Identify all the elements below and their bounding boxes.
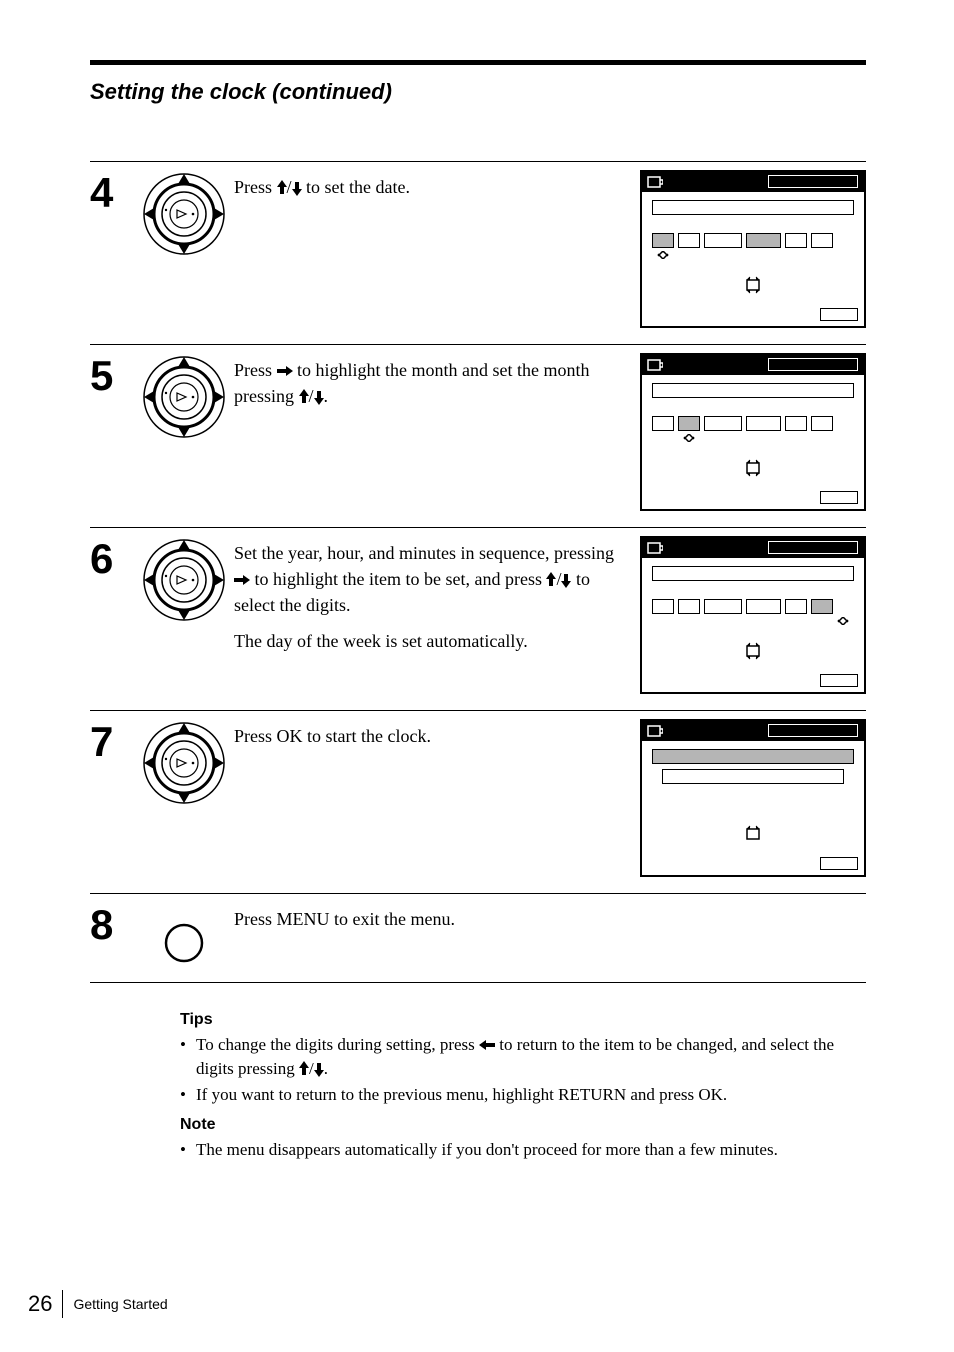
step-6: 6 Set the year, hour, and minutes in seq…	[90, 527, 866, 710]
tips-header: Tips	[180, 1011, 866, 1029]
header-rule	[90, 60, 866, 65]
step-text: Press OK to start the clock.	[234, 719, 640, 759]
text: To change the digits during setting, pre…	[196, 1035, 479, 1054]
text: to highlight the item to be set, and pre…	[250, 569, 546, 589]
text: Press	[234, 360, 277, 380]
step-text: Press MENU to exit the menu.	[234, 902, 640, 942]
step-number: 5	[90, 353, 134, 397]
text: The day of the week is set automatically…	[234, 628, 622, 654]
note-item: The menu disappears automatically if you…	[180, 1138, 866, 1162]
step-number: 7	[90, 719, 134, 763]
down-arrow-icon	[314, 1063, 324, 1077]
step-number: 6	[90, 536, 134, 580]
text: Set the year, hour, and minutes in seque…	[234, 543, 614, 563]
up-arrow-icon	[546, 572, 556, 586]
page-footer: 26 Getting Started	[28, 1290, 168, 1318]
dpad-icon	[134, 353, 234, 439]
note-header: Note	[180, 1116, 866, 1134]
screen-preview	[640, 353, 866, 511]
up-arrow-icon	[299, 1061, 309, 1075]
step-number: 8	[90, 902, 134, 946]
step-text: Set the year, hour, and minutes in seque…	[234, 536, 640, 664]
screen-preview	[640, 719, 866, 877]
step-8: 8 Press MENU to exit the menu.	[90, 893, 866, 983]
steps-list: 4 Press / to set the date.	[90, 161, 866, 983]
step-5: 5 Press to highlight the month and set t…	[90, 344, 866, 527]
text: Press MENU to exit the menu.	[234, 906, 622, 932]
dpad-icon	[134, 170, 234, 256]
step-number: 4	[90, 170, 134, 214]
text: Press	[234, 177, 277, 197]
text: to set the date.	[302, 177, 410, 197]
menu-button-icon	[134, 902, 234, 964]
step-text: Press to highlight the month and set the…	[234, 353, 640, 419]
right-arrow-icon	[234, 574, 250, 586]
down-arrow-icon	[314, 391, 324, 405]
section-title: Setting the clock (continued)	[90, 79, 866, 105]
dpad-icon	[134, 719, 234, 805]
step-7: 7 Press OK to start the clock.	[90, 710, 866, 893]
text: Press OK to start the clock.	[234, 723, 622, 749]
tip-item: To change the digits during setting, pre…	[180, 1033, 866, 1081]
tips-section: Tips To change the digits during setting…	[180, 1011, 866, 1162]
step-text: Press / to set the date.	[234, 170, 640, 210]
down-arrow-icon	[292, 182, 302, 196]
text: .	[324, 386, 329, 406]
dpad-icon	[134, 536, 234, 622]
tip-item: If you want to return to the previous me…	[180, 1083, 866, 1107]
up-arrow-icon	[277, 180, 287, 194]
footer-separator	[62, 1290, 63, 1318]
up-arrow-icon	[299, 389, 309, 403]
footer-section: Getting Started	[73, 1296, 167, 1312]
screen-preview	[640, 536, 866, 694]
text: .	[324, 1059, 328, 1078]
page-number: 26	[28, 1291, 52, 1317]
right-arrow-icon	[277, 365, 293, 377]
left-arrow-icon	[479, 1039, 495, 1051]
screen-preview	[640, 170, 866, 328]
down-arrow-icon	[561, 574, 571, 588]
step-4: 4 Press / to set the date.	[90, 161, 866, 344]
